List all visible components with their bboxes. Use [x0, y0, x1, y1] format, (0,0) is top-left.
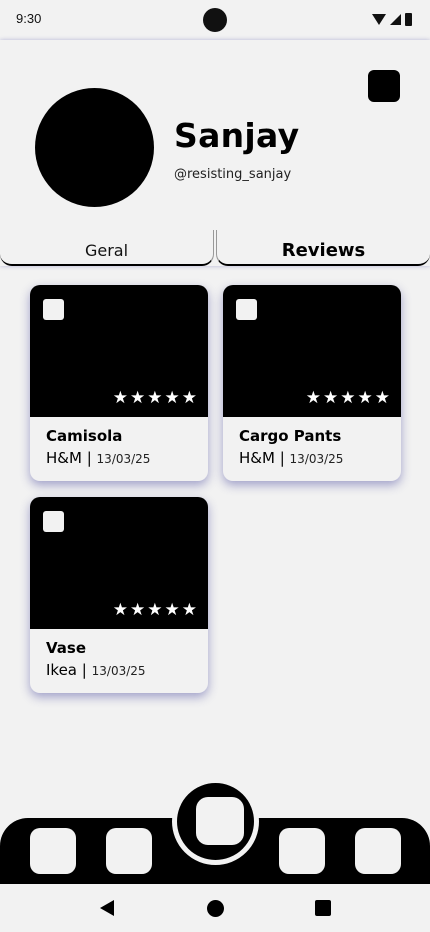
review-separator: |	[81, 661, 87, 679]
review-meta: Ikea | 13/03/25	[46, 661, 146, 679]
review-meta: H&M | 13/03/25	[46, 449, 150, 467]
star-icon: ★	[323, 388, 339, 408]
review-brand: H&M	[46, 449, 82, 467]
settings-button[interactable]	[368, 70, 400, 102]
star-icon: ★	[164, 600, 180, 620]
star-rating: ★ ★ ★ ★ ★	[113, 390, 197, 407]
star-icon: ★	[374, 388, 390, 408]
star-icon: ★	[164, 388, 180, 408]
nav-button-3[interactable]	[279, 828, 325, 874]
star-icon: ★	[340, 388, 356, 408]
review-brand: H&M	[239, 449, 275, 467]
review-image: ★ ★ ★ ★ ★	[30, 497, 208, 629]
review-date: 13/03/25	[96, 452, 151, 466]
review-date: 13/03/25	[91, 664, 146, 678]
review-title: Cargo Pants	[239, 427, 342, 445]
review-meta: H&M | 13/03/25	[239, 449, 343, 467]
star-icon: ★	[112, 600, 128, 620]
profile-name: Sanjay	[174, 116, 300, 155]
star-icon: ★	[130, 388, 146, 408]
star-icon: ★	[147, 388, 163, 408]
wifi-icon	[372, 14, 386, 25]
camera-cutout	[203, 8, 227, 32]
review-separator: |	[86, 449, 92, 467]
nav-button-2[interactable]	[106, 828, 152, 874]
star-icon: ★	[130, 600, 146, 620]
star-icon: ★	[181, 388, 197, 408]
review-image: ★ ★ ★ ★ ★	[223, 285, 401, 417]
avatar	[35, 88, 154, 207]
battery-icon	[405, 13, 412, 26]
review-card[interactable]: ★ ★ ★ ★ ★ Camisola H&M | 13/03/25	[30, 285, 208, 481]
star-icon: ★	[181, 600, 197, 620]
star-rating: ★ ★ ★ ★ ★	[306, 390, 390, 407]
status-bar: 9:30	[0, 0, 430, 40]
star-rating: ★ ★ ★ ★ ★	[113, 602, 197, 619]
review-date: 13/03/25	[289, 452, 344, 466]
back-icon[interactable]	[100, 900, 114, 916]
select-checkbox[interactable]	[236, 299, 257, 320]
star-icon: ★	[147, 600, 163, 620]
review-card[interactable]: ★ ★ ★ ★ ★ Vase Ikea | 13/03/25	[30, 497, 208, 693]
star-icon: ★	[112, 388, 128, 408]
review-brand: Ikea	[46, 661, 77, 679]
nav-button-4[interactable]	[355, 828, 401, 874]
signal-icon	[390, 14, 401, 25]
tab-reviews[interactable]: Reviews	[216, 230, 430, 266]
system-nav-bar	[0, 884, 430, 932]
select-checkbox[interactable]	[43, 299, 64, 320]
star-icon: ★	[357, 388, 373, 408]
star-icon: ★	[305, 388, 321, 408]
select-checkbox[interactable]	[43, 511, 64, 532]
profile-handle: @resisting_sanjay	[174, 167, 292, 182]
nav-button-1[interactable]	[30, 828, 76, 874]
status-time: 9:30	[16, 11, 42, 26]
home-icon[interactable]	[207, 900, 224, 917]
recent-apps-icon[interactable]	[315, 900, 331, 916]
review-image: ★ ★ ★ ★ ★	[30, 285, 208, 417]
review-title: Vase	[46, 639, 87, 657]
center-action-ring	[172, 778, 259, 865]
review-separator: |	[279, 449, 285, 467]
status-icons	[372, 13, 412, 26]
profile-header: Sanjay @resisting_sanjay Geral Reviews	[0, 40, 430, 266]
center-action-button[interactable]	[196, 797, 244, 845]
tab-geral[interactable]: Geral	[0, 230, 214, 266]
review-title: Camisola	[46, 427, 123, 445]
review-card[interactable]: ★ ★ ★ ★ ★ Cargo Pants H&M | 13/03/25	[223, 285, 401, 481]
